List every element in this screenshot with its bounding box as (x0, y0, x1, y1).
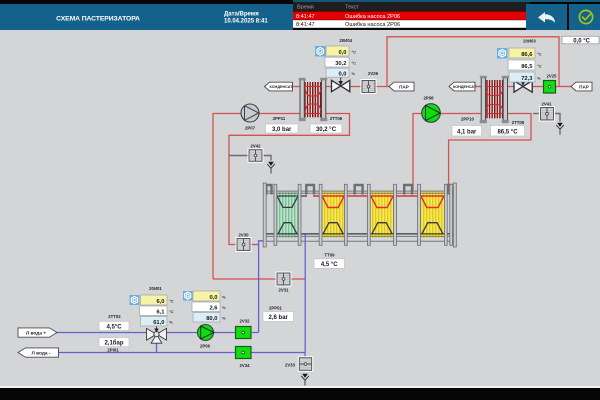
svg-text:2V30: 2V30 (238, 232, 249, 237)
svg-text:2V33: 2V33 (285, 363, 296, 368)
svg-text:61,0: 61,0 (153, 320, 164, 326)
svg-text:%: % (222, 305, 226, 310)
svg-text:80,0: 80,0 (206, 316, 217, 322)
svg-text:20И04: 20И04 (339, 38, 352, 43)
svg-text:2ТТ06: 2ТТ06 (330, 116, 343, 121)
svg-text:0,0 °C: 0,0 °C (573, 38, 590, 44)
svg-text:6,1: 6,1 (156, 309, 165, 315)
svg-text:20И03: 20И03 (523, 39, 536, 44)
svg-text:0,0: 0,0 (338, 50, 346, 56)
svg-text:КОНДЕНСАТ: КОНДЕНСАТ (270, 84, 294, 89)
svg-text:2РР10: 2РР10 (461, 117, 475, 122)
svg-text:2,1бар: 2,1бар (104, 340, 123, 347)
svg-text:°C: °C (169, 299, 174, 304)
svg-text:%: % (352, 71, 356, 76)
svg-text:Л вода +: Л вода + (26, 330, 46, 336)
svg-text:86,5: 86,5 (521, 64, 533, 70)
svg-text:°C: °C (169, 309, 174, 314)
svg-text:4,1 bar: 4,1 bar (457, 130, 477, 136)
svg-text:3,0 bar: 3,0 bar (272, 127, 292, 133)
svg-text:Время: Время (297, 5, 314, 11)
svg-text:Л вода -: Л вода - (31, 350, 50, 356)
svg-text:Текст: Текст (345, 5, 360, 11)
svg-text:°C: °C (537, 52, 542, 57)
svg-text:2V32: 2V32 (239, 319, 250, 324)
svg-text:°C: °C (537, 64, 542, 69)
svg-text:2V31: 2V31 (278, 288, 289, 293)
svg-text:0,0: 0,0 (209, 295, 217, 301)
svg-text:8:41:47: 8:41:47 (296, 14, 315, 20)
svg-text:4,5 °C: 4,5 °C (321, 262, 338, 268)
svg-text:2,6 bar: 2,6 bar (269, 315, 289, 321)
svg-text:ТТ09: ТТ09 (324, 253, 335, 258)
svg-text:2Р07: 2Р07 (245, 126, 256, 131)
svg-text:2V41: 2V41 (541, 102, 552, 107)
svg-text:4,5°C: 4,5°C (106, 324, 122, 330)
svg-text:ПАР: ПАР (579, 84, 589, 89)
svg-text:Ошибка насоса 2Р06: Ошибка насоса 2Р06 (345, 22, 400, 28)
svg-text:10.04.2025 8:41: 10.04.2025 8:41 (224, 19, 268, 25)
svg-text:72,3: 72,3 (521, 76, 533, 82)
svg-text:Ошибка насоса 2Р06: Ошибка насоса 2Р06 (345, 14, 400, 20)
svg-text:2РI01: 2РI01 (107, 348, 119, 353)
svg-text:2РР11: 2РР11 (273, 116, 286, 121)
svg-text:%: % (222, 316, 226, 321)
svg-text:2ТТ05: 2ТТ05 (512, 120, 525, 125)
svg-text:ПАР: ПАР (399, 84, 409, 89)
svg-text:2V42: 2V42 (250, 144, 261, 149)
svg-text:2V25: 2V25 (546, 74, 557, 79)
svg-text:2РР01: 2РР01 (269, 306, 283, 311)
svg-text:Дата/Время: Дата/Время (224, 12, 259, 18)
svg-text:%: % (537, 76, 541, 81)
svg-text:%: % (169, 320, 173, 325)
svg-text:%: % (222, 295, 226, 300)
svg-text:8:41:47: 8:41:47 (296, 22, 315, 28)
svg-text:30,2: 30,2 (335, 61, 346, 67)
svg-text:2V26: 2V26 (368, 71, 379, 76)
svg-text:0,0: 0,0 (338, 71, 346, 77)
svg-text:2V34: 2V34 (239, 363, 250, 368)
svg-text:6,0: 6,0 (156, 299, 164, 305)
svg-text:КОНДЕНСАТ: КОНДЕНСАТ (453, 84, 477, 89)
svg-text:2,6: 2,6 (209, 305, 218, 311)
svg-text:30,2 °C: 30,2 °C (316, 127, 337, 133)
svg-text:2Р08: 2Р08 (423, 96, 434, 101)
svg-text:2ТТ02: 2ТТ02 (108, 314, 121, 319)
svg-text:СХЕМА ПАСТЕРИЗАТОРА: СХЕМА ПАСТЕРИЗАТОРА (56, 16, 140, 23)
svg-text:°C: °C (352, 50, 357, 55)
svg-text:2Р06: 2Р06 (200, 344, 211, 349)
svg-text:°C: °C (352, 61, 357, 66)
svg-text:86,5 °C: 86,5 °C (497, 130, 518, 136)
svg-text:86,6: 86,6 (521, 52, 533, 58)
svg-text:20И01: 20И01 (149, 286, 162, 291)
